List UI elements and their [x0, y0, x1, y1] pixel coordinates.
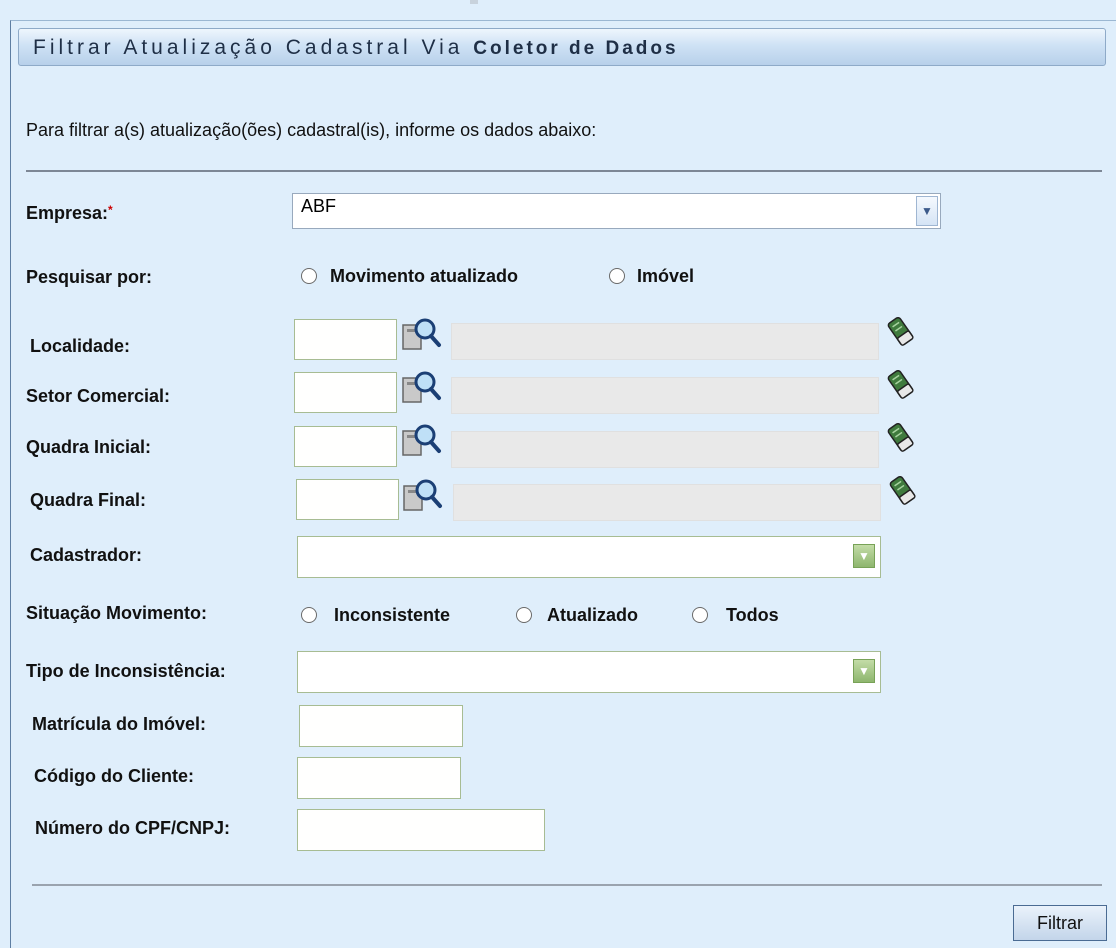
instructions-text: Para filtrar a(s) atualização(ões) cadas…: [26, 120, 597, 140]
pesquisar-por-label: Pesquisar por:: [26, 267, 153, 287]
matricula-imovel-label: Matrícula do Imóvel:: [32, 714, 207, 734]
search-icon[interactable]: [401, 366, 443, 406]
radio-atualizado[interactable]: [516, 607, 532, 623]
quadra-inicial-input[interactable]: [294, 426, 397, 467]
empresa-value: ABF: [301, 196, 337, 216]
localidade-description: [451, 323, 879, 360]
radio-imovel[interactable]: [609, 268, 625, 284]
radio-inconsistente[interactable]: [301, 607, 317, 623]
top-edge-mark: [470, 0, 478, 4]
radio-imovel-label: Imóvel: [637, 266, 695, 286]
tipo-inconsistencia-label: Tipo de Inconsistência:: [26, 661, 226, 681]
empresa-label: Empresa:*: [26, 203, 113, 223]
localidade-input[interactable]: [294, 319, 397, 360]
chevron-down-icon[interactable]: ▼: [916, 196, 938, 226]
codigo-cliente-label: Código do Cliente:: [34, 766, 194, 786]
setor-comercial-input[interactable]: [294, 372, 397, 413]
cadastrador-label: Cadastrador:: [30, 545, 143, 565]
eraser-icon[interactable]: [888, 474, 918, 508]
search-icon[interactable]: [401, 313, 443, 353]
quadra-inicial-description: [451, 431, 879, 468]
required-mark: *: [108, 203, 113, 217]
title-text: Filtrar Atualização Cadastral Via: [33, 36, 464, 59]
radio-inconsistente-label: Inconsistente: [334, 605, 451, 625]
radio-atualizado-label: Atualizado: [547, 605, 639, 625]
situacao-movimento-label: Situação Movimento:: [26, 603, 208, 623]
codigo-cliente-input[interactable]: [297, 757, 461, 799]
eraser-icon[interactable]: [886, 421, 916, 455]
quadra-final-label: Quadra Final:: [30, 490, 147, 510]
cadastrador-select[interactable]: ▼: [297, 536, 881, 578]
divider-bottom: [32, 884, 1102, 886]
search-icon[interactable]: [401, 419, 443, 459]
eraser-icon[interactable]: [886, 368, 916, 402]
matricula-imovel-input[interactable]: [299, 705, 463, 747]
cpf-cnpj-label: Número do CPF/CNPJ:: [35, 818, 231, 838]
quadra-final-input[interactable]: [296, 479, 399, 520]
search-icon[interactable]: [402, 474, 444, 514]
tipo-inconsistencia-select[interactable]: ▼: [297, 651, 881, 693]
setor-comercial-label: Setor Comercial:: [26, 386, 171, 406]
chevron-down-icon[interactable]: ▼: [853, 659, 875, 683]
chevron-down-icon[interactable]: ▼: [853, 544, 875, 568]
filtrar-button[interactable]: Filtrar: [1013, 905, 1107, 941]
page-title: Filtrar Atualização Cadastral Via Coleto…: [18, 28, 1106, 66]
title-text-bold: Coletor de Dados: [473, 38, 679, 59]
radio-todos-label: Todos: [726, 605, 779, 625]
localidade-label: Localidade:: [30, 336, 131, 356]
setor-comercial-description: [451, 377, 879, 414]
cpf-cnpj-input[interactable]: [297, 809, 545, 851]
divider-top: [26, 170, 1102, 172]
radio-todos[interactable]: [692, 607, 708, 623]
radio-movimento-atualizado-label: Movimento atualizado: [330, 266, 519, 286]
quadra-final-description: [453, 484, 881, 521]
quadra-inicial-label: Quadra Inicial:: [26, 437, 152, 457]
empresa-select[interactable]: ABF ▼: [292, 193, 941, 229]
radio-movimento-atualizado[interactable]: [301, 268, 317, 284]
eraser-icon[interactable]: [886, 315, 916, 349]
